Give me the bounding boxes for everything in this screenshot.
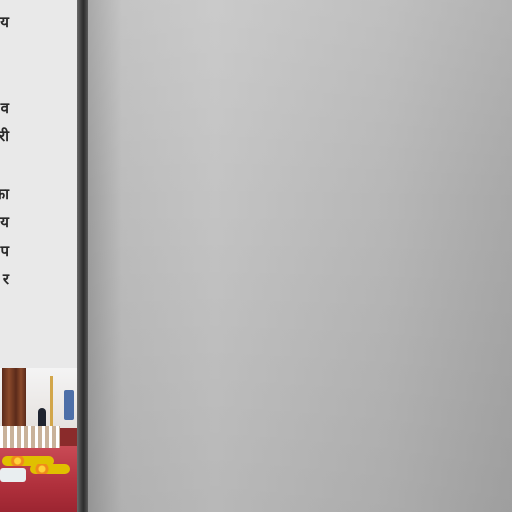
photo-railing [0, 426, 60, 448]
article-text-panel: य व री का य प र [0, 0, 77, 368]
text-line-6: प [0, 242, 9, 260]
text-line-3: री [0, 127, 9, 145]
photo-pillar [16, 368, 26, 430]
temple-interior-photo[interactable] [0, 368, 77, 512]
text-line-4: का [0, 185, 9, 203]
photo-object [64, 390, 74, 420]
text-line-2: व [0, 99, 9, 117]
screen: य व री का य प र [0, 0, 512, 512]
text-line-1: य [0, 13, 9, 31]
text-line-7: र [2, 270, 9, 288]
panel-divider [77, 0, 88, 512]
photo-pillar [2, 368, 16, 430]
text-line-5: य [0, 213, 9, 231]
empty-content-area [88, 0, 512, 512]
photo-cloth [0, 468, 26, 482]
photo-garland [30, 464, 70, 474]
